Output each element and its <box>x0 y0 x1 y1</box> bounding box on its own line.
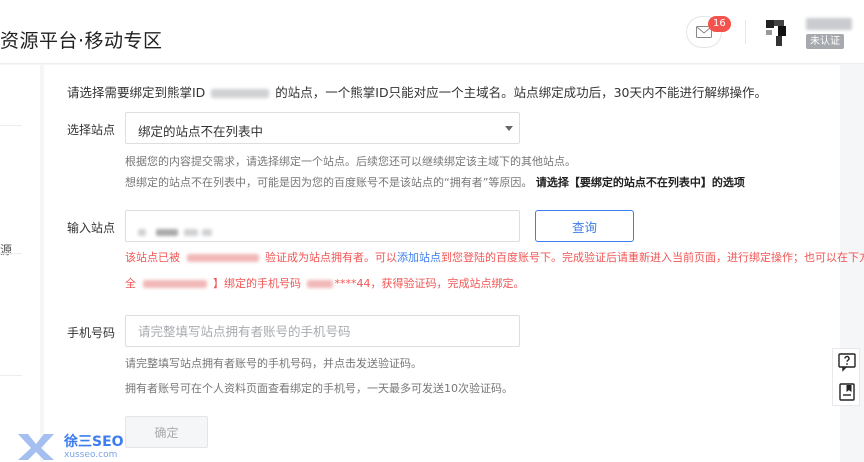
error-text: 】绑定的手机号码 <box>213 277 301 290</box>
select-site-hint: 根据您的内容提交需求，请选择绑定一个站点。后续您还可以继续绑定该主域下的其他站点… <box>125 155 576 168</box>
feedback-icon[interactable] <box>837 382 857 402</box>
top-header: 资源平台·移动专区 16 未认证 <box>0 0 864 64</box>
phone-hint: 请完整填写站点拥有者账号的手机号码，并点击发送验证码。 <box>125 357 422 370</box>
watermark-url: xusseo.com <box>64 450 118 460</box>
help-icon[interactable] <box>837 352 857 372</box>
sidebar: 源 <box>0 65 40 462</box>
confirm-button[interactable]: 确定 <box>125 416 208 448</box>
watermark-logo-icon <box>18 434 54 460</box>
platform-title: 资源平台·移动专区 <box>0 30 163 52</box>
auth-status-badge: 未认证 <box>806 34 844 49</box>
select-site-label: 选择站点 <box>67 123 116 137</box>
error-text: 全 <box>125 277 136 290</box>
sidebar-divider <box>0 125 22 126</box>
phone-input[interactable] <box>125 315 520 347</box>
phone-prefix-blurred <box>306 280 333 288</box>
chevron-down-icon <box>505 126 513 131</box>
binding-notice: 请选择需要绑定到熊掌ID 的站点，一个熊掌ID只能对应一个主域名。站点绑定成功后… <box>67 82 767 101</box>
select-site-hint-emphasis: 请选择【要绑定的站点不在列表中】的选项 <box>535 176 745 189</box>
add-site-link[interactable]: 添加站点 <box>397 251 441 264</box>
floating-toolbar <box>832 348 860 406</box>
site-select[interactable]: 绑定的站点不在列表中 <box>125 112 520 144</box>
site-select-value: 绑定的站点不在列表中 <box>138 124 264 139</box>
phone-hint-2: 拥有者账号可在个人资料页面查看绑定的手机号，一天最多可发送10次验证码。 <box>125 382 513 395</box>
notice-text-start: 请选择需要绑定到熊掌ID <box>67 85 206 100</box>
xiongzhang-id-blurred <box>211 89 270 98</box>
site-value-blurred <box>138 222 212 241</box>
username-blurred[interactable] <box>806 18 852 30</box>
owner-blurred <box>186 254 259 262</box>
avatar[interactable] <box>764 17 792 49</box>
site-owned-error-line2: 全 】绑定的手机号码 ****44，获得验证码，完成站点绑定。 <box>125 275 525 291</box>
query-button[interactable]: 查询 <box>535 210 634 242</box>
sidebar-divider <box>0 375 22 376</box>
notice-text-end: 的站点，一个熊掌ID只能对应一个主域名。站点绑定成功后，30天内不能进行解绑操作… <box>275 85 768 100</box>
error-text: 到您登陆的百度账号下。完成验证后请重新进入当前页面，进行绑定操作；也可以在下方补 <box>441 251 864 264</box>
phone-label: 手机号码 <box>67 326 116 340</box>
owner-account-blurred <box>142 280 207 288</box>
watermark-text: 徐三SEO <box>64 434 124 450</box>
input-site-label: 输入站点 <box>67 221 116 235</box>
sidebar-divider <box>0 253 22 254</box>
sidebar-item-label[interactable]: 源 <box>0 241 12 258</box>
select-site-hint-2: 想绑定的站点不在列表中，可能是因为您的百度账号不是该站点的“拥有者”等原因。 请… <box>125 174 745 190</box>
header-divider <box>745 20 746 44</box>
unread-count-badge: 16 <box>708 16 731 32</box>
site-owned-error: 该站点已被 验证成为站点拥有者。可以添加站点到您登陆的百度账号下。完成验证后请重… <box>125 249 864 265</box>
error-text: ****44，获得验证码，完成站点绑定。 <box>334 277 525 290</box>
error-text: 该站点已被 <box>125 251 180 264</box>
select-site-hint-text: 想绑定的站点不在列表中，可能是因为您的百度账号不是该站点的“拥有者”等原因。 <box>125 176 533 189</box>
error-text: 验证成为站点拥有者。可以 <box>265 251 397 264</box>
